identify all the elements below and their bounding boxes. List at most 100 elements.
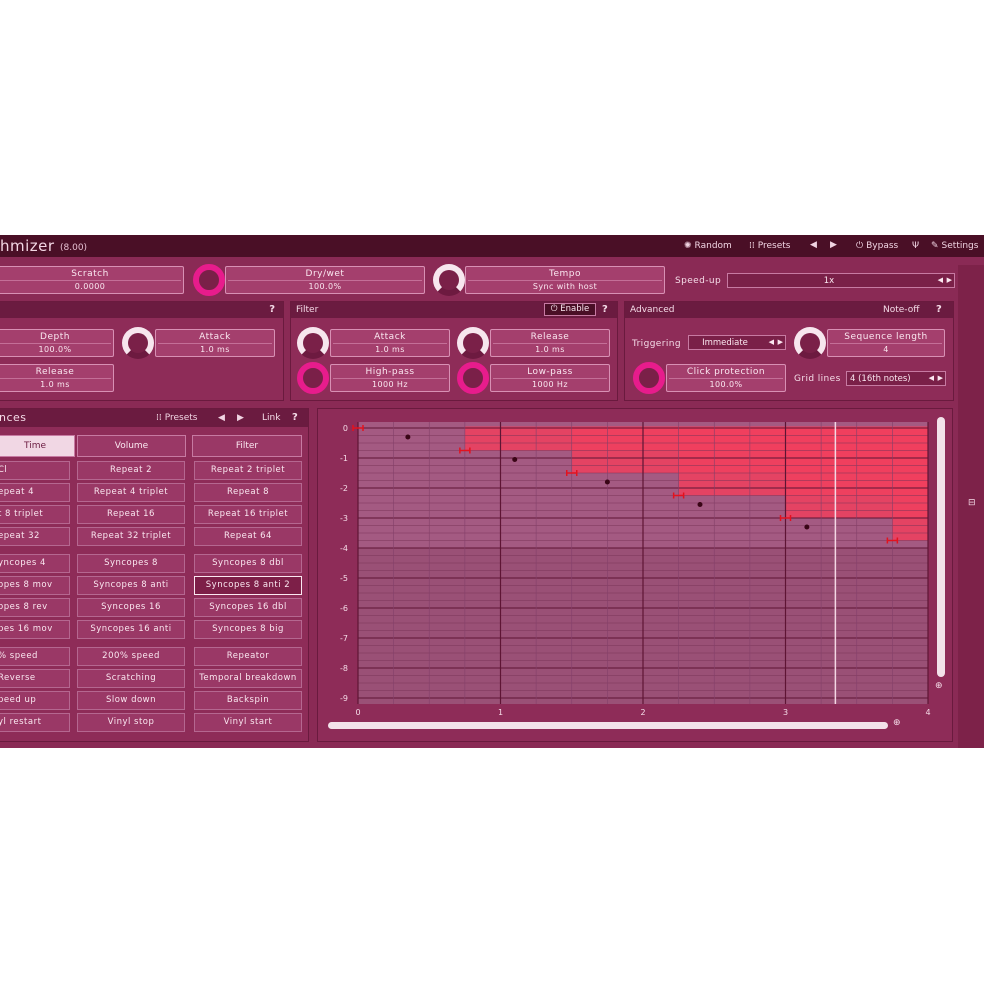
sequence-button[interactable]: Syncopes 8 big	[194, 620, 302, 639]
sequence-button[interactable]: Repeat 16	[77, 505, 185, 524]
speedup-next-icon[interactable]: ▶	[947, 276, 952, 284]
side-strip: ⊟	[958, 265, 984, 748]
sequence-button[interactable]: Temporal breakdown	[194, 669, 302, 688]
seq-help-button[interactable]: ?	[292, 412, 298, 423]
sequence-button[interactable]: t 8 triplet	[0, 505, 70, 524]
filter-attack-field[interactable]: Attack 1.0 ms	[330, 329, 450, 357]
curve-point[interactable]	[604, 479, 610, 485]
tab-time[interactable]: Time	[0, 435, 75, 457]
sequence-button[interactable]: Syncopes 16 dbl	[194, 598, 302, 617]
envelope-help-button[interactable]: ?	[269, 304, 275, 315]
preset-prev-arrow-icon[interactable]: ◀	[810, 240, 817, 250]
preset-next-arrow-icon[interactable]: ▶	[830, 240, 837, 250]
filter-attack-knob[interactable]	[297, 327, 329, 359]
filter-release-knob[interactable]	[457, 327, 489, 359]
bypass-button[interactable]: ⏻ Bypass	[856, 241, 898, 251]
sequence-button[interactable]: epeat 32	[0, 527, 70, 546]
midi-icon[interactable]: Ψ	[912, 241, 919, 251]
curve-point[interactable]	[804, 524, 810, 530]
sequence-button[interactable]: Vinyl start	[194, 713, 302, 732]
sequence-button[interactable]: Repeat 32 triplet	[77, 527, 185, 546]
filter-help-button[interactable]: ?	[602, 304, 608, 315]
random-button[interactable]: ✺ Random	[684, 241, 732, 251]
settings-button[interactable]: ✎ Settings	[931, 241, 978, 251]
vertical-scrollbar[interactable]	[937, 417, 945, 677]
sequence-button[interactable]: Syncopes 8	[77, 554, 185, 573]
gridlines-dropdown[interactable]: 4 (16th notes) ◀ ▶	[846, 371, 946, 386]
speedup-dropdown[interactable]: 1x ◀ ▶	[727, 273, 955, 288]
field-divider	[493, 378, 607, 379]
tempo-field[interactable]: Tempo Sync with host	[465, 266, 665, 294]
horizontal-scrollbar[interactable]	[328, 722, 888, 729]
sequence-button[interactable]: Repeator	[194, 647, 302, 666]
filter-release-field[interactable]: Release 1.0 ms	[490, 329, 610, 357]
triggering-next-icon[interactable]: ▶	[778, 338, 783, 346]
gridlines-prev-icon[interactable]: ◀	[929, 374, 934, 382]
seq-presets-button[interactable]: ⁞⁞ Presets	[156, 413, 198, 423]
sequence-button[interactable]: pes 16 mov	[0, 620, 70, 639]
lowpass-field[interactable]: Low-pass 1000 Hz	[490, 364, 610, 392]
attack-knob[interactable]	[122, 327, 154, 359]
curve-point[interactable]	[697, 502, 703, 507]
sequence-button[interactable]: Backspin	[194, 691, 302, 710]
curve-point[interactable]	[512, 457, 518, 462]
click-protection-knob[interactable]	[633, 362, 665, 394]
seqlen-knob[interactable]	[794, 327, 826, 359]
sequence-button[interactable]: Repeat 64	[194, 527, 302, 546]
sequence-graph[interactable]: 0 -1 -2 -3 -4 -5 -6 -7 -8 -9 0 1 2 3 4	[318, 409, 952, 741]
sequence-button[interactable]: Cl	[0, 461, 70, 480]
triggering-prev-icon[interactable]: ◀	[769, 338, 774, 346]
horizontal-zoom-icon[interactable]: ⊕	[893, 718, 901, 728]
sequence-button[interactable]: Reverse	[0, 669, 70, 688]
triggering-dropdown[interactable]: Immediate ◀ ▶	[688, 335, 786, 350]
sequence-button[interactable]: opes 8 rev	[0, 598, 70, 617]
vertical-zoom-icon[interactable]: ⊕	[935, 681, 943, 691]
link-toggle[interactable]: Link	[262, 413, 280, 423]
sequence-button[interactable]: yncopes 4	[0, 554, 70, 573]
presets-button[interactable]: ⁞⁞ Presets	[749, 241, 791, 251]
tab-filter[interactable]: Filter	[192, 435, 302, 457]
click-protection-field[interactable]: Click protection 100.0%	[666, 364, 786, 392]
drywet-knob[interactable]	[193, 264, 225, 296]
drywet-field[interactable]: Dry/wet 100.0%	[225, 266, 425, 294]
sequence-button[interactable]: Repeat 8	[194, 483, 302, 502]
y-tick-label: -1	[340, 454, 348, 463]
sequence-button[interactable]: Syncopes 16	[77, 598, 185, 617]
seq-preset-prev-icon[interactable]: ◀	[218, 413, 225, 423]
gridlines-next-icon[interactable]: ▶	[938, 374, 943, 382]
tempo-knob[interactable]	[433, 264, 465, 296]
lowpass-knob[interactable]	[457, 362, 489, 394]
sequence-button[interactable]: Vinyl stop	[77, 713, 185, 732]
sequence-button[interactable]: Syncopes 16 anti	[77, 620, 185, 639]
highpass-field[interactable]: High-pass 1000 Hz	[330, 364, 450, 392]
collapse-icon[interactable]: ⊟	[968, 498, 976, 508]
curve-point[interactable]	[405, 434, 411, 440]
sequence-button[interactable]: Repeat 4 triplet	[77, 483, 185, 502]
sequence-button[interactable]: peed up	[0, 691, 70, 710]
advanced-help-button[interactable]: ?	[936, 304, 942, 315]
sequence-button[interactable]: Syncopes 8 anti 2	[194, 576, 302, 595]
seqlen-field[interactable]: Sequence length 4	[827, 329, 945, 357]
tab-volume[interactable]: Volume	[77, 435, 186, 457]
sequence-button[interactable]: Syncopes 8 anti	[77, 576, 185, 595]
speedup-prev-icon[interactable]: ◀	[938, 276, 943, 284]
depth-field[interactable]: Depth 100.0%	[0, 329, 114, 357]
sequence-button[interactable]: 200% speed	[77, 647, 185, 666]
seq-preset-next-icon[interactable]: ▶	[237, 413, 244, 423]
noteoff-toggle[interactable]: Note-off	[883, 305, 919, 315]
sequence-button[interactable]: Repeat 16 triplet	[194, 505, 302, 524]
highpass-knob[interactable]	[297, 362, 329, 394]
sequence-button[interactable]: Syncopes 8 dbl	[194, 554, 302, 573]
release-field[interactable]: Release 1.0 ms	[0, 364, 114, 392]
sequence-button[interactable]: Repeat 2 triplet	[194, 461, 302, 480]
sequence-button[interactable]: % speed	[0, 647, 70, 666]
filter-enable-button[interactable]: ⏻ Enable	[544, 303, 596, 316]
attack-field[interactable]: Attack 1.0 ms	[155, 329, 275, 357]
sequence-button[interactable]: opes 8 mov	[0, 576, 70, 595]
sequence-button[interactable]: epeat 4	[0, 483, 70, 502]
sequence-button[interactable]: Slow down	[77, 691, 185, 710]
scratch-field[interactable]: Scratch 0.0000	[0, 266, 184, 294]
sequence-button[interactable]: yl restart	[0, 713, 70, 732]
sequence-button[interactable]: Repeat 2	[77, 461, 185, 480]
sequence-button[interactable]: Scratching	[77, 669, 185, 688]
